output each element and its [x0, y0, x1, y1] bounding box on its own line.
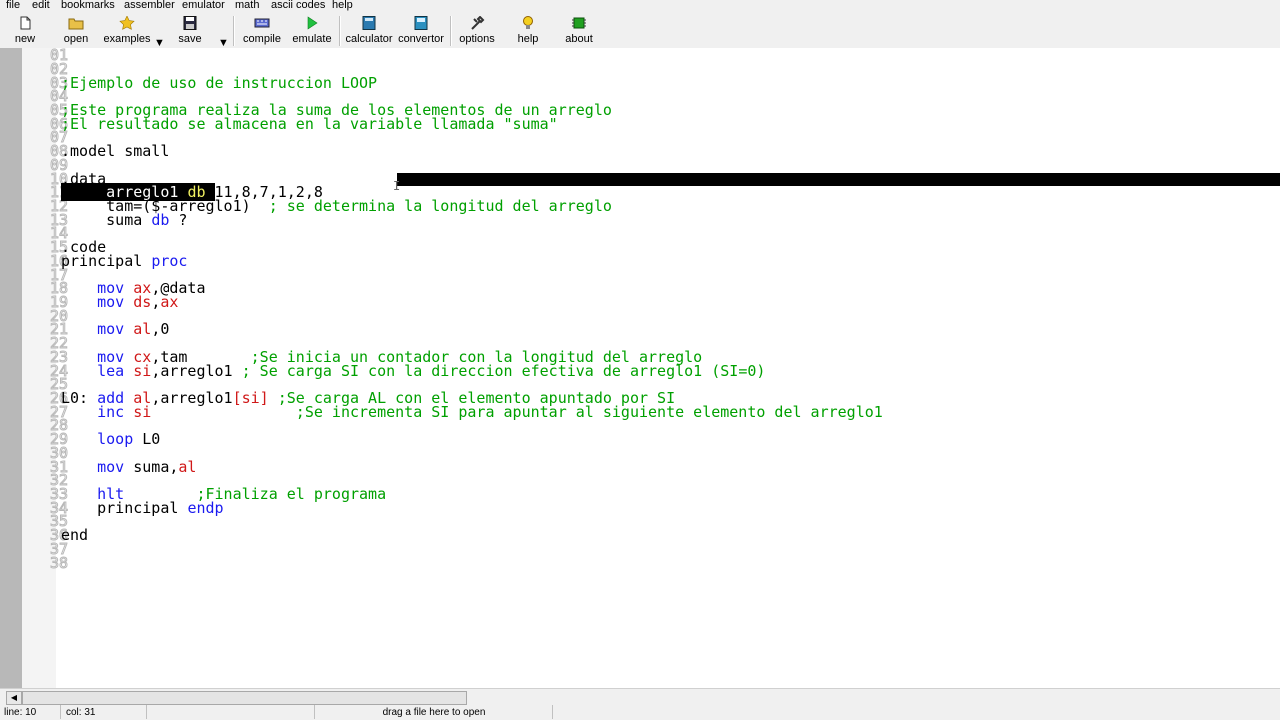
- options-button[interactable]: options: [457, 14, 497, 47]
- menu-ascii-codes[interactable]: ascii codes: [271, 0, 325, 11]
- toolbar-separator: [233, 16, 235, 46]
- code-keyword: loop: [61, 430, 143, 448]
- code-keyword: db: [151, 211, 170, 229]
- code-token: ,0: [151, 320, 170, 338]
- chip-icon: [572, 17, 586, 29]
- code-keyword: mov: [61, 320, 134, 338]
- compile-icon: [254, 18, 270, 28]
- emulate-button[interactable]: emulate: [290, 14, 334, 47]
- code-line-36: end: [61, 526, 89, 544]
- code-line-16: principal proc: [61, 252, 188, 270]
- code-line-27: inc si ;Se incrementa SI para apuntar al…: [61, 403, 883, 421]
- code-keyword: mov: [61, 458, 134, 476]
- compile-button[interactable]: compile: [240, 14, 284, 47]
- play-icon: [307, 16, 318, 30]
- menu-edit[interactable]: edit: [32, 0, 50, 11]
- menu-assembler[interactable]: assembler: [124, 0, 175, 11]
- code-token: ,arreglo1: [151, 362, 242, 380]
- code-register: al: [133, 320, 152, 338]
- status-col: col: 31: [62, 705, 147, 719]
- code-comment: ;Se incrementa SI para apuntar al siguie…: [151, 403, 883, 421]
- menu-file[interactable]: file: [6, 0, 20, 11]
- code-keyword: proc: [151, 252, 188, 270]
- toolbar-separator: [339, 16, 341, 46]
- menu-bar: file edit bookmarks assembler emulator m…: [0, 0, 1280, 12]
- menu-bookmarks[interactable]: bookmarks: [61, 0, 115, 11]
- calculator-icon: [362, 16, 376, 30]
- code-line-08: .model small: [61, 142, 170, 160]
- code-token: ?: [169, 211, 188, 229]
- code-line-19: mov ds,ax: [61, 293, 179, 311]
- line-number: 38: [49, 554, 69, 572]
- menu-math[interactable]: math: [235, 0, 259, 11]
- code-comment: ; Se carga SI con la direccion efectiva …: [241, 362, 766, 380]
- toolbar: new open examples ▼ save ▼ compile emula…: [0, 12, 1280, 49]
- scrollbar-thumb[interactable]: [22, 691, 467, 705]
- code-token: suma: [61, 211, 152, 229]
- code-token: suma,: [133, 458, 179, 476]
- code-register: al: [178, 458, 197, 476]
- scroll-left-icon[interactable]: ◀: [6, 691, 22, 705]
- editor-margin: [0, 48, 23, 688]
- status-line: line: 10: [0, 705, 61, 719]
- code-line-34: principal endp: [61, 499, 224, 517]
- convertor-button[interactable]: convertor: [397, 14, 445, 47]
- open-folder-icon: [68, 18, 84, 30]
- convertor-icon: [414, 16, 428, 30]
- line-number-gutter: 01 02 03 04 05 06 07 08 09 10 11 12 13 1…: [22, 47, 69, 688]
- status-empty: [148, 705, 315, 719]
- code-line-13: suma db ?: [61, 211, 188, 229]
- menu-emulator[interactable]: emulator: [182, 0, 225, 11]
- code-keyword: mov: [61, 293, 134, 311]
- star-icon: [119, 16, 135, 30]
- calculator-button[interactable]: calculator: [345, 14, 393, 47]
- floppy-disk-icon: [183, 16, 197, 30]
- about-button[interactable]: about: [560, 14, 598, 47]
- code-line-21: mov al,0: [61, 320, 170, 338]
- tools-icon: [471, 16, 485, 30]
- examples-button[interactable]: examples: [102, 14, 152, 47]
- new-button[interactable]: new: [8, 14, 42, 47]
- code-keyword: lea: [61, 362, 134, 380]
- status-bar: line: 10 col: 31 drag a file here to ope…: [0, 705, 1280, 720]
- lightbulb-icon: [523, 16, 533, 29]
- code-line-06: ;El resultado se almacena en la variable…: [61, 115, 558, 133]
- code-editor[interactable]: 01 02 03 04 05 06 07 08 09 10 11 12 13 1…: [0, 47, 1280, 688]
- status-hint: drag a file here to open: [316, 705, 553, 719]
- selection-highlight: [397, 173, 1280, 186]
- toolbar-separator: [450, 16, 452, 46]
- help-button[interactable]: help: [510, 14, 546, 47]
- code-line-31: mov suma,al: [61, 458, 197, 476]
- code-register: si: [133, 362, 152, 380]
- code-register: ds: [133, 293, 152, 311]
- code-register: si: [133, 403, 152, 421]
- code-keyword: endp: [187, 499, 224, 517]
- save-button[interactable]: save: [173, 14, 207, 47]
- open-button[interactable]: open: [58, 14, 94, 47]
- horizontal-scrollbar[interactable]: ◀: [0, 688, 1280, 705]
- code-comment: ;Finaliza el programa: [196, 485, 387, 503]
- code-token: ,: [151, 293, 161, 311]
- code-keyword: inc: [61, 403, 134, 421]
- code-comment: ; se determina la longitud del arreglo: [268, 197, 612, 215]
- new-file-icon: [20, 16, 31, 30]
- code-register: ax: [160, 293, 179, 311]
- code-token: L0: [142, 430, 161, 448]
- code-token: principal: [61, 499, 188, 517]
- code-line-29: loop L0: [61, 430, 161, 448]
- code-line-03: ;Ejemplo de uso de instruccion LOOP: [61, 74, 378, 92]
- menu-help[interactable]: help: [332, 0, 353, 11]
- code-token: principal: [61, 252, 152, 270]
- code-line-24: lea si,arreglo1 ; Se carga SI con la dir…: [61, 362, 766, 380]
- text-cursor-icon: I: [393, 179, 401, 193]
